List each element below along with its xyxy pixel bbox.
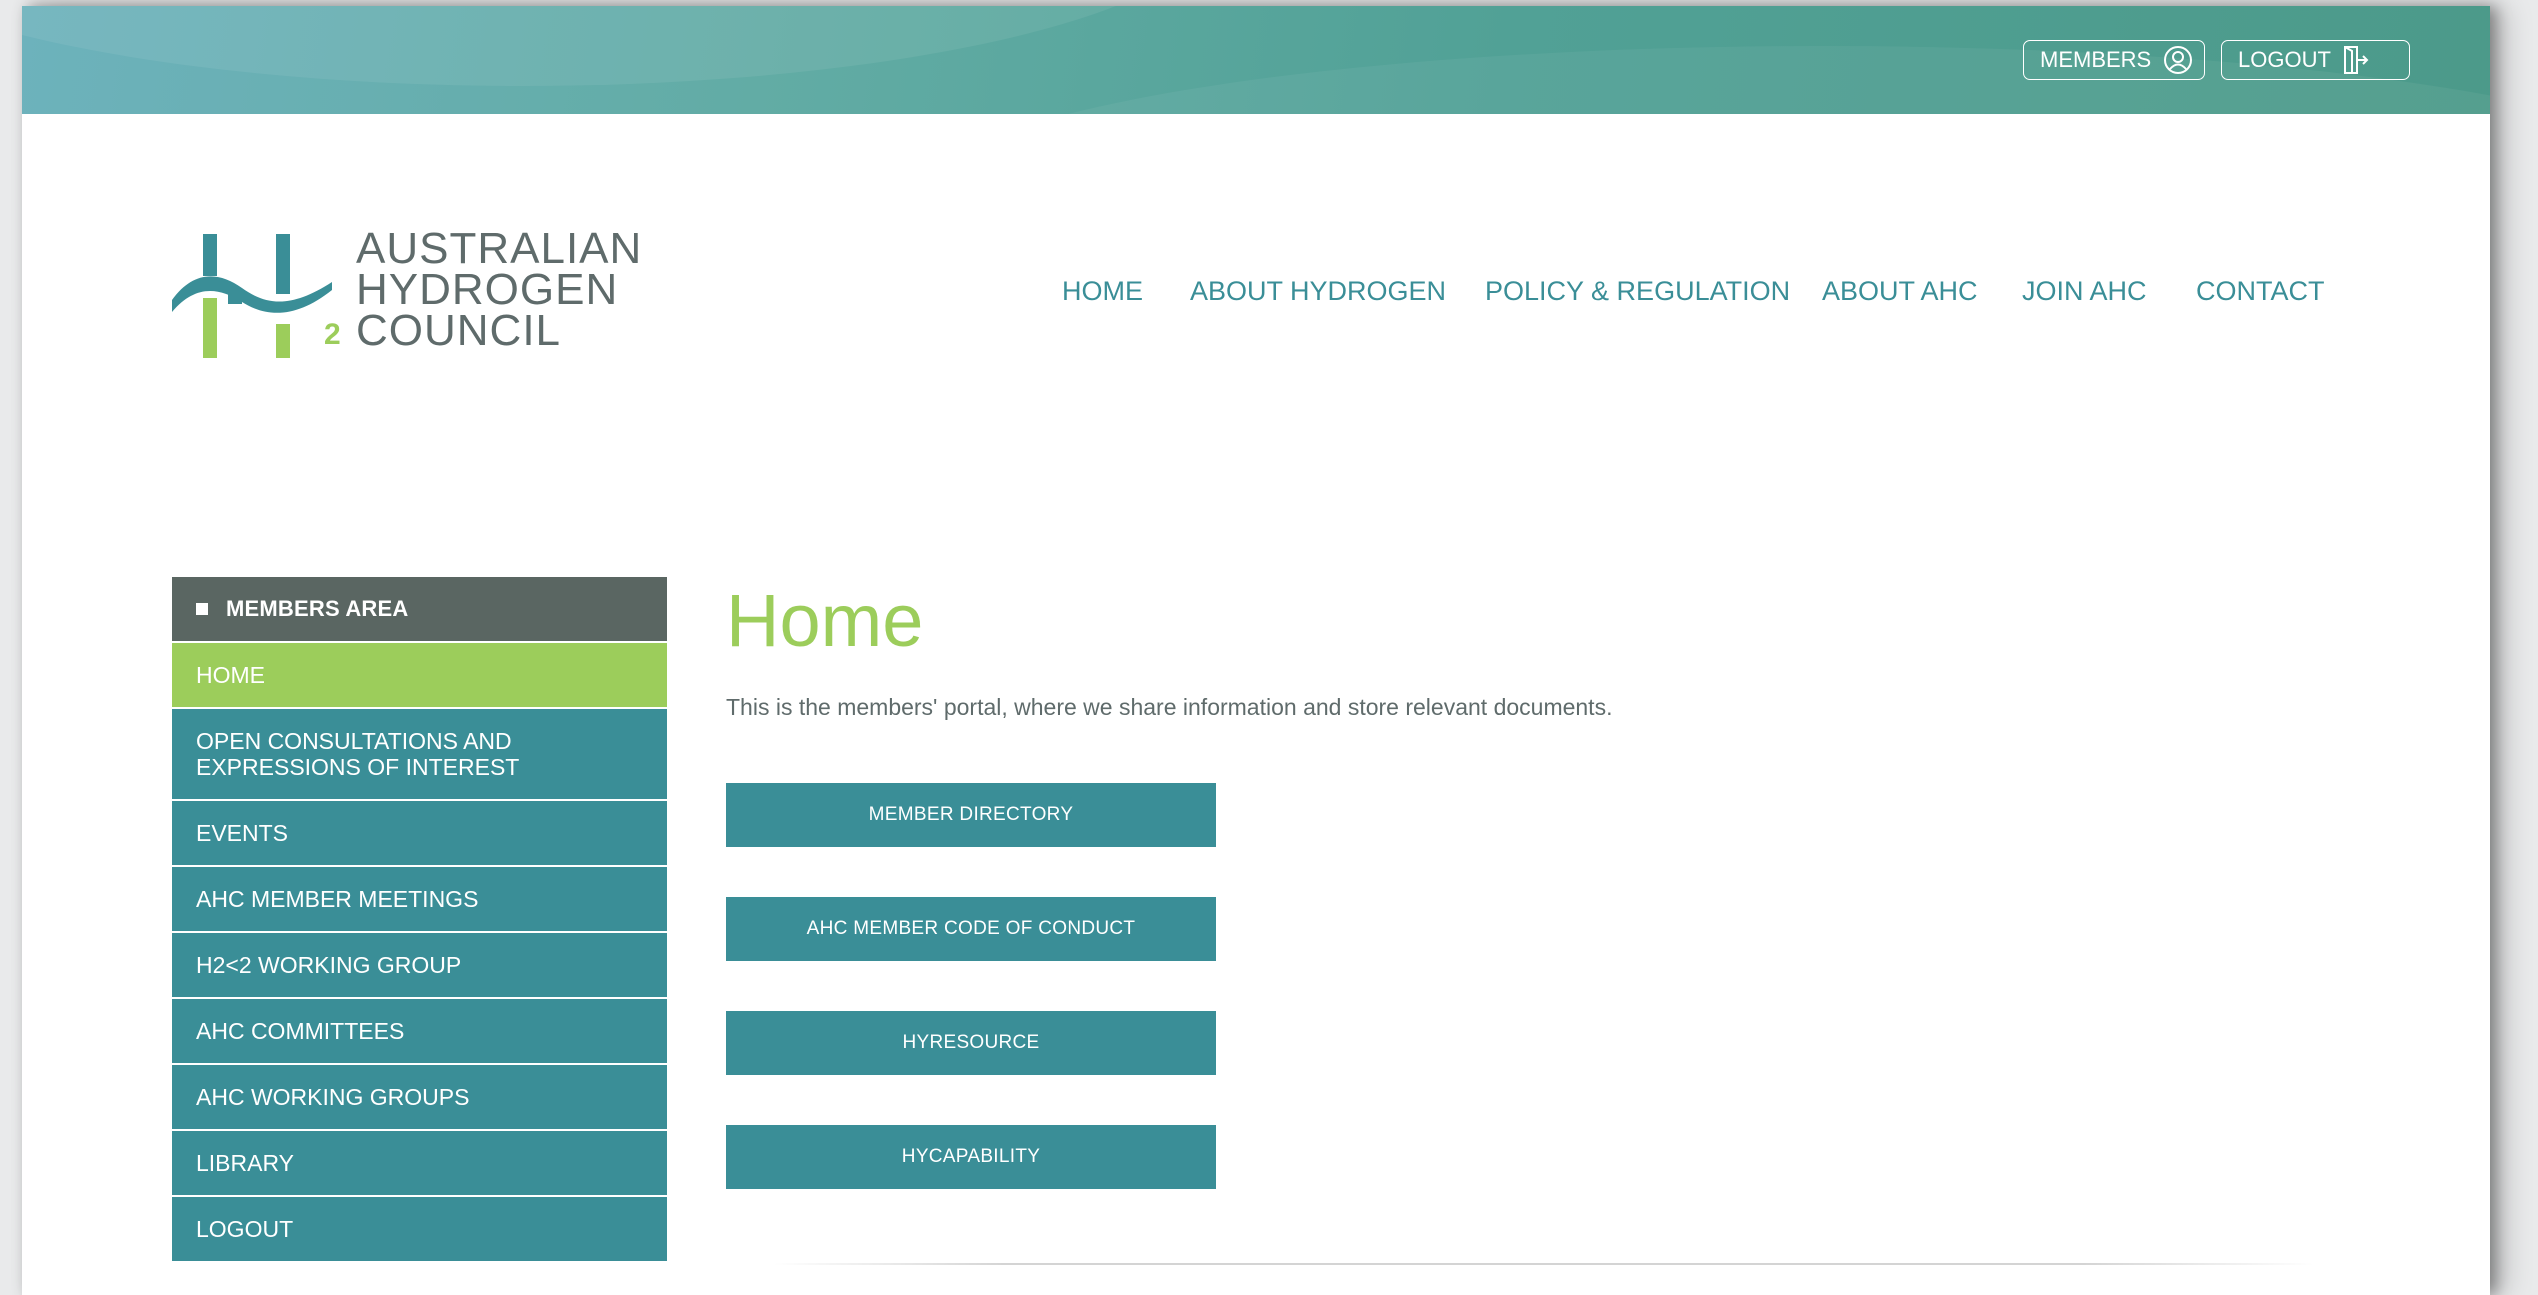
h2-logo-mark [172, 234, 332, 358]
logo-line-3: COUNCIL [356, 306, 562, 355]
members-button[interactable]: MEMBERS [2023, 40, 2205, 80]
sidebar-item-working-groups[interactable]: AHC WORKING GROUPS [172, 1063, 667, 1129]
logo-line-1: AUSTRALIAN [356, 224, 643, 273]
sidebar-item-label: HOME [196, 662, 265, 688]
sidebar-item-label: OPEN CONSULTATIONS AND [196, 728, 512, 754]
sidebar-item-events[interactable]: EVENTS [172, 799, 667, 865]
sidebar-item-label: AHC MEMBER MEETINGS [196, 886, 479, 912]
square-bullet-icon [196, 603, 208, 615]
sidebar-item-open-consultations[interactable]: OPEN CONSULTATIONS AND EXPRESSIONS OF IN… [172, 707, 667, 799]
sidebar-item-logout[interactable]: LOGOUT [172, 1195, 667, 1261]
members-label: MEMBERS [2040, 47, 2152, 72]
hycapability-button[interactable]: HYCAPABILITY [726, 1125, 1216, 1189]
members-sidebar: MEMBERS AREA HOME OPEN CONSULTATIONS AND… [172, 577, 667, 1261]
top-banner: MEMBERS LOGOUT [22, 6, 2490, 114]
intro-text: This is the members' portal, where we sh… [726, 694, 1613, 720]
hyresource-button[interactable]: HYRESOURCE [726, 1011, 1216, 1075]
sidebar-item-member-meetings[interactable]: AHC MEMBER MEETINGS [172, 865, 667, 931]
logo-wordmark: AUSTRALIAN HYDROGEN COUNCIL [356, 224, 643, 355]
logout-label: LOGOUT [2238, 47, 2331, 72]
logo-line-2: HYDROGEN [356, 265, 619, 314]
nav-policy-regulation[interactable]: POLICY & REGULATION [1485, 276, 1790, 307]
logout-door-icon [2343, 45, 2369, 75]
user-circle-icon [2163, 45, 2193, 75]
sidebar-item-h2-working-group[interactable]: H2<2 WORKING GROUP [172, 931, 667, 997]
sidebar-item-committees[interactable]: AHC COMMITTEES [172, 997, 667, 1063]
sidebar-item-label: EVENTS [196, 820, 289, 846]
nav-contact[interactable]: CONTACT [2196, 276, 2325, 307]
sidebar-item-label-line2: EXPRESSIONS OF INTEREST [196, 754, 520, 780]
sidebar-item-label: LOGOUT [196, 1216, 294, 1242]
logo-subscript: 2 [324, 318, 341, 351]
logout-top-button[interactable]: LOGOUT [2221, 40, 2410, 80]
code-of-conduct-button[interactable]: AHC MEMBER CODE OF CONDUCT [726, 897, 1216, 961]
page-title: Home [726, 579, 924, 662]
sidebar-item-label: AHC COMMITTEES [196, 1018, 405, 1044]
nav-about-ahc[interactable]: ABOUT AHC [1822, 276, 1978, 307]
member-directory-button[interactable]: MEMBER DIRECTORY [726, 783, 1216, 847]
content-divider [774, 1263, 2314, 1265]
sidebar-heading-label: MEMBERS AREA [226, 596, 409, 621]
sidebar-item-label: H2<2 WORKING GROUP [196, 952, 462, 978]
sidebar-heading: MEMBERS AREA [172, 577, 667, 641]
ahc-logo[interactable]: 2 AUSTRALIAN HYDROGEN COUNCIL [172, 222, 692, 362]
sidebar-item-label: AHC WORKING GROUPS [196, 1084, 470, 1110]
sidebar-item-home[interactable]: HOME [172, 641, 667, 707]
page: MEMBERS LOGOUT 2 AUSTRALIAN HYDROGEN COU… [22, 6, 2490, 1295]
nav-home[interactable]: HOME [1062, 276, 1143, 307]
nav-about-hydrogen[interactable]: ABOUT HYDROGEN [1190, 276, 1446, 307]
nav-join-ahc[interactable]: JOIN AHC [2022, 276, 2147, 307]
sidebar-item-label: LIBRARY [196, 1150, 295, 1176]
sidebar-item-library[interactable]: LIBRARY [172, 1129, 667, 1195]
main-content: Home This is the members' portal, where … [726, 576, 2426, 1189]
